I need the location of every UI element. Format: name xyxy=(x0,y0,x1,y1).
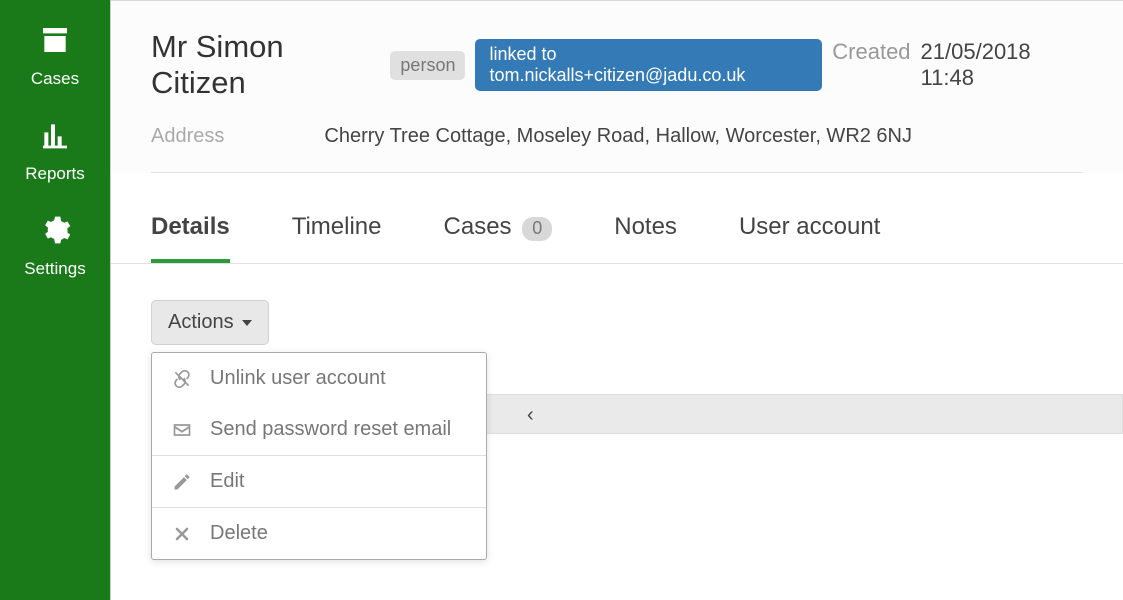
sidebar-item-reports[interactable]: Reports xyxy=(0,107,110,202)
delete-icon xyxy=(172,524,192,544)
linked-badge[interactable]: linked to tom.nickalls+citizen@jadu.co.u… xyxy=(475,39,822,91)
envelope-icon xyxy=(172,420,192,440)
sidebar-item-label: Settings xyxy=(24,259,85,279)
sidebar-item-cases[interactable]: Cases xyxy=(0,12,110,107)
created-info: Created 21/05/2018 11:48 xyxy=(832,39,1083,91)
tab-count-badge: 0 xyxy=(522,217,552,241)
dropdown-item-label: Unlink user account xyxy=(210,367,386,390)
tab-label: Cases xyxy=(444,213,512,240)
actions-button-label: Actions xyxy=(168,311,234,334)
clipped-fragment: ‹ xyxy=(527,404,534,427)
sidebar-item-label: Cases xyxy=(31,69,79,89)
tab-user-account[interactable]: User account xyxy=(739,213,880,263)
action-send-reset-email[interactable]: Send password reset email xyxy=(152,404,486,455)
address-value: Cherry Tree Cottage, Moseley Road, Hallo… xyxy=(324,125,912,148)
dropdown-item-label: Send password reset email xyxy=(210,418,451,441)
tab-label: User account xyxy=(739,213,880,240)
tab-content: Actions ‹ Address Unlink user account Se… xyxy=(111,264,1123,345)
type-badge: person xyxy=(390,51,465,80)
actions-button[interactable]: Actions xyxy=(151,300,269,345)
tab-notes[interactable]: Notes xyxy=(614,213,677,263)
chart-icon xyxy=(39,119,71,164)
dropdown-item-label: Edit xyxy=(210,470,244,493)
action-edit[interactable]: Edit xyxy=(152,456,486,507)
address-label: Address xyxy=(151,125,224,148)
main-content: Mr Simon Citizen person linked to tom.ni… xyxy=(110,0,1123,600)
created-value: 21/05/2018 11:48 xyxy=(921,39,1083,91)
tabs: Details Timeline Cases 0 Notes User acco… xyxy=(111,173,1123,264)
header: Mr Simon Citizen person linked to tom.ni… xyxy=(111,0,1123,173)
tab-label: Timeline xyxy=(292,213,382,240)
dropdown-item-label: Delete xyxy=(210,522,268,545)
sidebar: Cases Reports Settings xyxy=(0,0,110,600)
gear-icon xyxy=(39,214,71,259)
created-label: Created xyxy=(832,39,910,91)
tab-label: Notes xyxy=(614,213,677,240)
unlink-icon xyxy=(172,369,192,389)
tab-timeline[interactable]: Timeline xyxy=(292,213,382,263)
tab-details[interactable]: Details xyxy=(151,213,230,263)
tab-cases[interactable]: Cases 0 xyxy=(444,213,553,263)
sidebar-item-label: Reports xyxy=(25,164,85,184)
archive-icon xyxy=(39,24,71,69)
sidebar-item-settings[interactable]: Settings xyxy=(0,202,110,297)
action-unlink-user[interactable]: Unlink user account xyxy=(152,353,486,404)
actions-dropdown: Unlink user account Send password reset … xyxy=(151,352,487,560)
pencil-icon xyxy=(172,472,192,492)
page-title: Mr Simon Citizen xyxy=(151,29,380,101)
action-delete[interactable]: Delete xyxy=(152,508,486,559)
chevron-down-icon xyxy=(242,320,252,326)
tab-label: Details xyxy=(151,213,230,240)
